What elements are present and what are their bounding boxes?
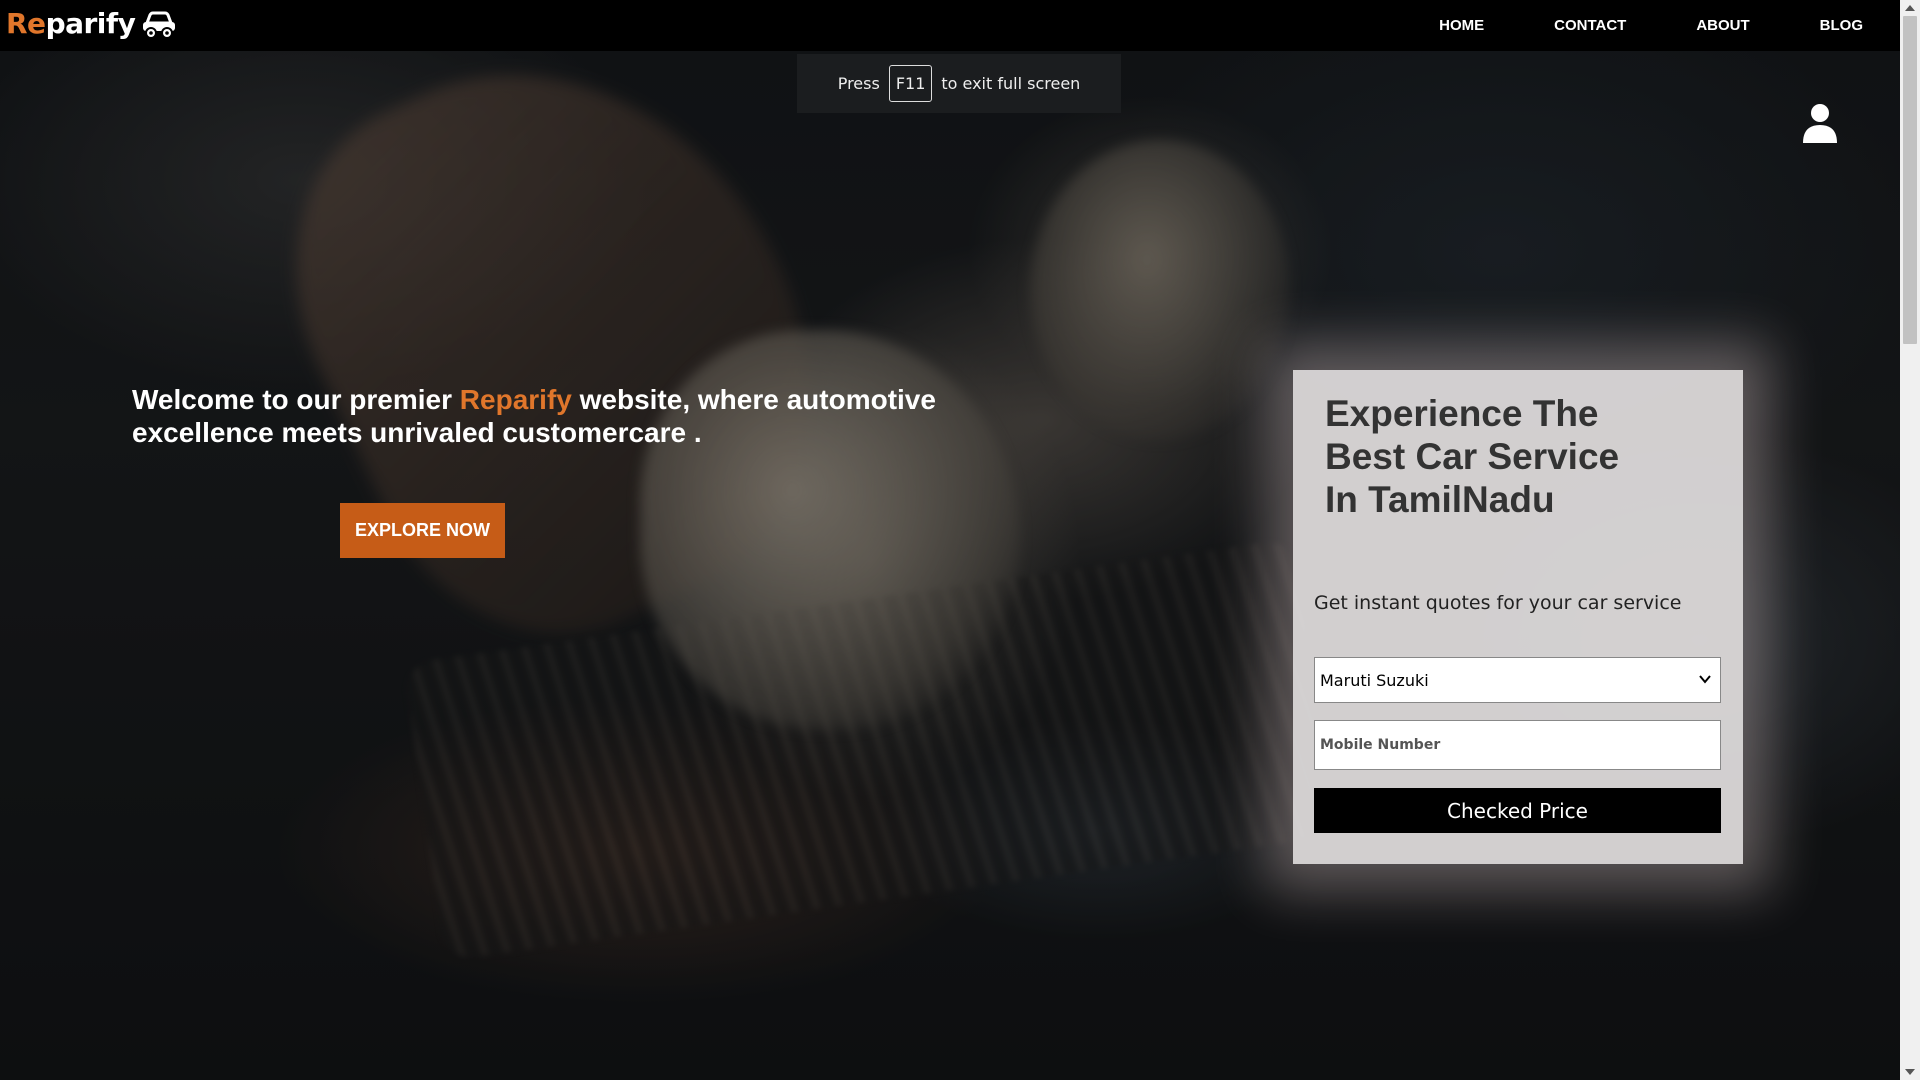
fullscreen-exit-toast: Press F11 to exit full screen — [797, 54, 1121, 113]
nav-home-link[interactable]: HOME — [1439, 17, 1484, 34]
scroll-down-arrow-icon[interactable] — [1905, 1069, 1915, 1075]
explore-now-button[interactable]: EXPLORE NOW — [340, 503, 505, 558]
checked-price-button[interactable]: Checked Price — [1314, 788, 1721, 833]
page-scrollbar[interactable] — [1900, 0, 1920, 1080]
hero-headline: Welcome to our premier Reparify website,… — [132, 383, 992, 449]
quote-card-subtitle: Get instant quotes for your car service — [1314, 592, 1682, 614]
toast-text-after: to exit full screen — [941, 74, 1081, 93]
nav-contact-link[interactable]: CONTACT — [1554, 17, 1626, 34]
hero-brand-name: Reparify — [459, 384, 572, 415]
nav-blog-link[interactable]: BLOG — [1820, 17, 1863, 34]
logo-text: parify — [45, 7, 136, 40]
user-icon[interactable] — [1802, 103, 1838, 143]
chevron-down-icon — [1699, 675, 1711, 684]
hero-text-start: Welcome to our premier — [132, 384, 460, 415]
logo-accent-text: Re — [6, 7, 46, 40]
car-brand-select[interactable]: Maruti Suzuki — [1314, 657, 1721, 703]
mobile-number-input[interactable] — [1314, 720, 1721, 770]
top-navbar: Re parify HOME CONTACT ABOUT BLOG — [0, 0, 1900, 51]
mechanic-arm — [233, 0, 887, 691]
scroll-up-arrow-icon[interactable] — [1905, 5, 1915, 11]
car-brand-selected-value: Maruti Suzuki — [1320, 670, 1429, 690]
quote-card: Experience The Best Car Service In Tamil… — [1293, 370, 1743, 864]
engine-block — [403, 538, 1337, 962]
gloved-hand-secondary — [1030, 140, 1290, 440]
site-logo[interactable]: Re parify — [6, 7, 177, 40]
toast-text-before: Press — [837, 74, 880, 93]
car-icon — [143, 11, 176, 39]
scrollbar-thumb[interactable] — [1903, 16, 1917, 344]
toast-key: F11 — [888, 65, 933, 102]
main-nav: HOME CONTACT ABOUT BLOG — [1369, 0, 1900, 51]
nav-about-link[interactable]: ABOUT — [1696, 17, 1749, 34]
quote-card-title: Experience The Best Car Service In Tamil… — [1325, 393, 1620, 520]
